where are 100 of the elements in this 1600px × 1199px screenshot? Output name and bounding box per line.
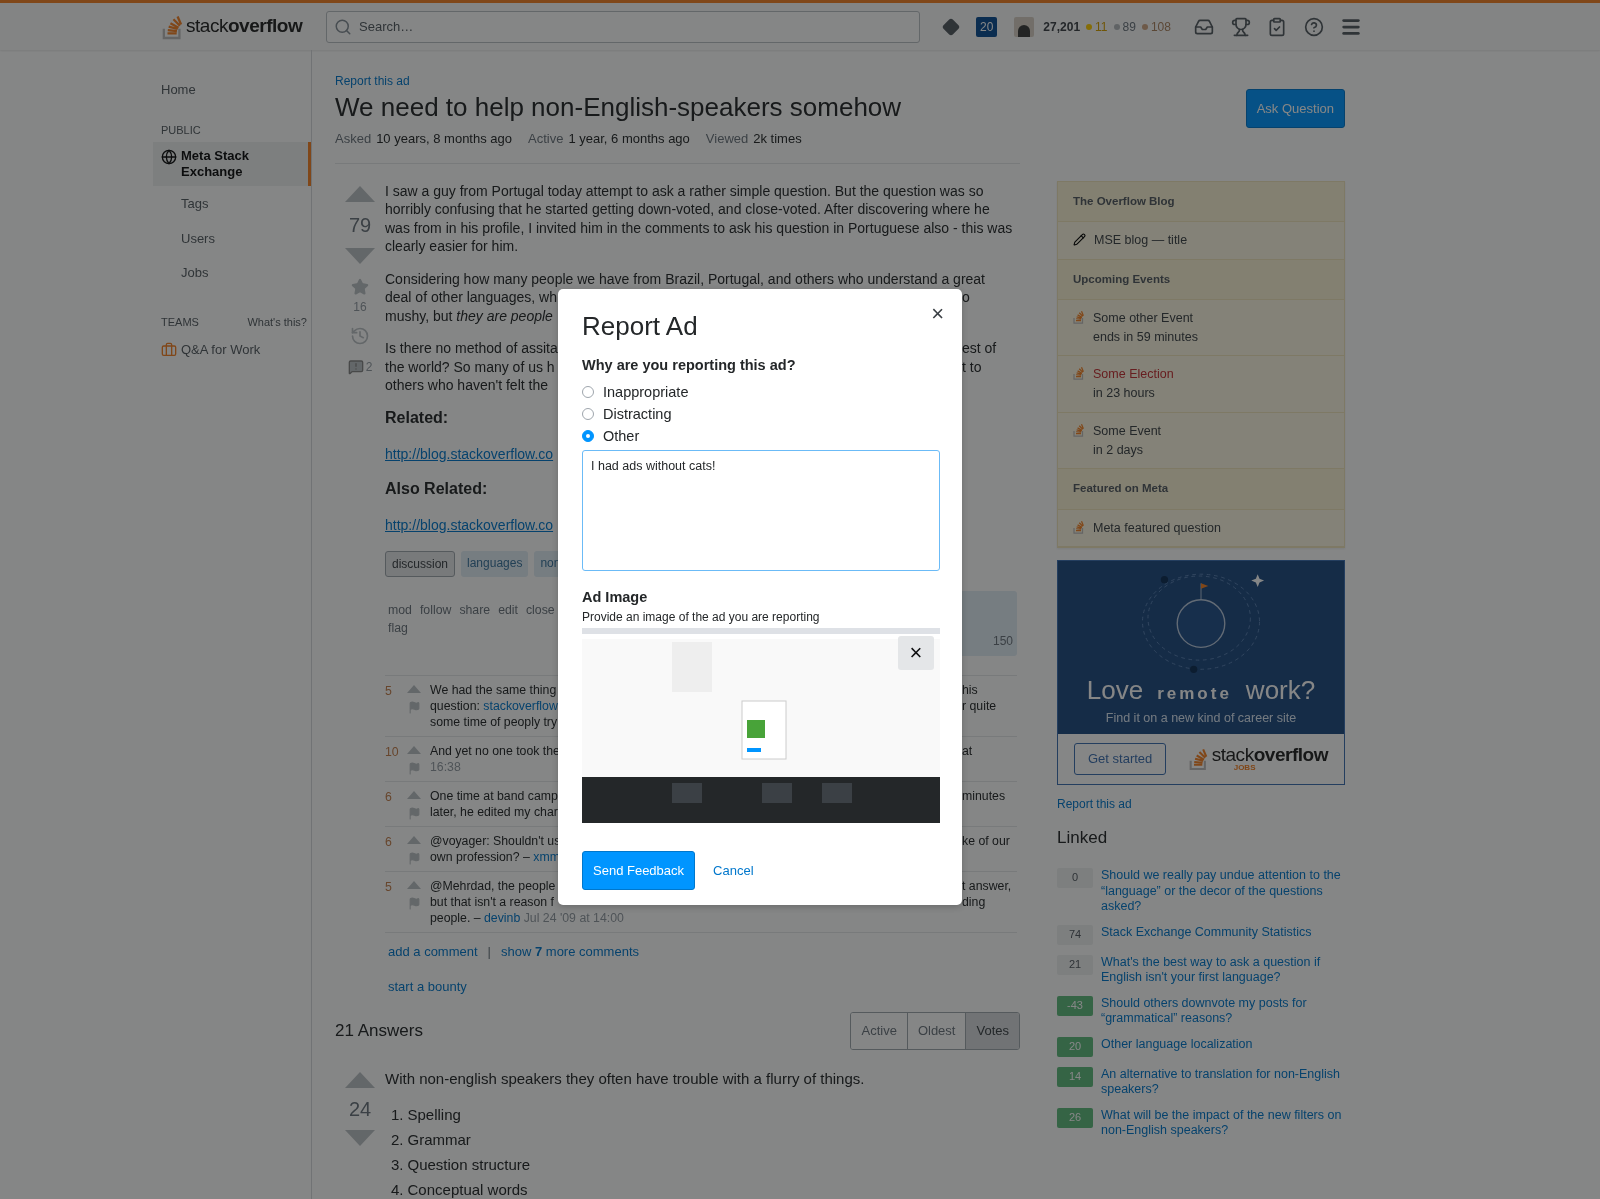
linked-question-link[interactable]: Should others downvote my posts for “grammatical” reasons? bbox=[1101, 995, 1345, 1027]
report-ad-link[interactable]: Report this ad bbox=[1057, 794, 1345, 813]
widget-heading: The Overflow Blog bbox=[1058, 181, 1344, 222]
blog-link[interactable]: http://blog.stackoverflow.co bbox=[385, 445, 554, 464]
upvote-icon[interactable] bbox=[407, 881, 421, 889]
review-count-badge[interactable]: 20 bbox=[976, 16, 998, 37]
linked-question-link[interactable]: What's the best way to ask a question if English isn't your first language? bbox=[1101, 954, 1345, 986]
post-menu-link[interactable]: flag bbox=[388, 619, 408, 637]
search-field[interactable]: Search… bbox=[326, 10, 920, 43]
history-icon[interactable] bbox=[350, 325, 370, 346]
text-fragment: ke of our bbox=[962, 833, 1010, 849]
widget-link[interactable]: Some Election bbox=[1093, 365, 1174, 384]
radio-button[interactable] bbox=[582, 385, 594, 398]
linked-score: 21 bbox=[1057, 954, 1093, 975]
site-logo[interactable]: stackoverflow bbox=[186, 12, 303, 41]
tag[interactable]: languages bbox=[461, 550, 529, 577]
nav-link[interactable]: Jobs bbox=[153, 256, 311, 290]
list-number: 2. bbox=[391, 1130, 404, 1150]
linked-question-link[interactable]: An alternative to translation for non-English speakers? bbox=[1101, 1066, 1345, 1098]
more-comments-link[interactable]: show 7 more comments bbox=[501, 943, 639, 962]
nav-link[interactable]: Users bbox=[153, 221, 311, 255]
linked-question-link[interactable]: Other language localization bbox=[1101, 1036, 1253, 1057]
flag-icon[interactable] bbox=[407, 852, 421, 865]
ad-tagline: Find it on a new kind of career site bbox=[1104, 710, 1298, 728]
nav-site-item[interactable]: Meta Stack Exchange bbox=[153, 142, 311, 186]
user-avatar[interactable] bbox=[1014, 16, 1035, 37]
radio-button[interactable] bbox=[582, 429, 594, 442]
post-menu-link[interactable]: share bbox=[459, 601, 491, 619]
post-menu-link[interactable]: follow bbox=[419, 601, 452, 619]
nav-link[interactable]: Home bbox=[153, 76, 311, 104]
close-button[interactable]: × bbox=[931, 303, 944, 325]
trophy-icon[interactable] bbox=[1230, 16, 1251, 37]
send-feedback-button[interactable]: Send Feedback bbox=[582, 850, 696, 890]
text-fragment: some time of peoply try bbox=[430, 714, 558, 730]
text-fragment: deal of other languages, wh bbox=[385, 288, 558, 307]
teams-icon bbox=[161, 341, 177, 358]
linked-question-link[interactable]: What will be the impact of the new filters on non-English speakers? bbox=[1101, 1107, 1345, 1139]
list-number: 1. bbox=[391, 1105, 404, 1125]
upvote-icon[interactable] bbox=[345, 185, 375, 202]
widget-heading: Featured on Meta bbox=[1058, 469, 1344, 510]
widget-link[interactable]: Some Event bbox=[1093, 421, 1162, 441]
upvote-icon[interactable] bbox=[407, 791, 421, 799]
details-field[interactable]: I had ads without cats! bbox=[582, 449, 940, 571]
linked-score: 20 bbox=[1057, 1036, 1093, 1057]
flag-icon[interactable] bbox=[407, 897, 421, 910]
get-started-button[interactable]: Get started bbox=[1074, 743, 1167, 775]
bounty-link[interactable]: start a bounty bbox=[385, 977, 1017, 996]
radio-label: Other bbox=[603, 426, 640, 445]
comment-score: 5 bbox=[385, 879, 393, 896]
badge-count: 108 bbox=[1150, 18, 1171, 36]
downvote-icon[interactable] bbox=[345, 1129, 375, 1146]
stack-logo-icon bbox=[162, 13, 184, 40]
linked-question-link[interactable]: Stack Exchange Community Statistics bbox=[1101, 924, 1312, 945]
user-link[interactable]: devinb bbox=[480, 911, 521, 925]
flag-icon[interactable] bbox=[407, 701, 421, 714]
widget-link[interactable]: Some other Event bbox=[1093, 308, 1198, 328]
radio-button[interactable] bbox=[582, 407, 594, 420]
dialog-question: Why are you reporting this ad? bbox=[582, 356, 797, 375]
remove-image-button[interactable]: × bbox=[898, 635, 934, 670]
flag-icon[interactable] bbox=[407, 762, 421, 775]
text-fragment: his bbox=[962, 682, 978, 698]
ad-headline: remote bbox=[1157, 683, 1232, 706]
meta-label: Viewed bbox=[705, 130, 749, 148]
post-menu-link[interactable]: edit bbox=[498, 601, 518, 619]
upvote-icon[interactable] bbox=[345, 1071, 375, 1088]
stack-logo-icon bbox=[1188, 746, 1209, 771]
nav-link[interactable]: Q&A for Work bbox=[181, 340, 261, 360]
upvote-icon[interactable] bbox=[407, 685, 421, 693]
list-item: Conceptual words bbox=[407, 1180, 528, 1199]
linked-question-link[interactable]: Should we really pay undue attention to the “language” or the decor of the questions asked? bbox=[1101, 868, 1345, 915]
widget-link[interactable]: Meta featured question bbox=[1093, 518, 1221, 538]
nav-link[interactable]: Tags bbox=[153, 187, 311, 221]
cancel-link[interactable]: Cancel bbox=[713, 860, 754, 880]
stack-logo-icon bbox=[1073, 519, 1085, 534]
upvote-icon[interactable] bbox=[407, 836, 421, 844]
post-menu-link[interactable]: close bbox=[525, 601, 555, 619]
help-icon[interactable] bbox=[1303, 16, 1324, 37]
help-link[interactable]: What's this? bbox=[247, 313, 307, 330]
flag-icon[interactable] bbox=[407, 807, 421, 820]
upvote-icon[interactable] bbox=[407, 746, 421, 754]
sort-tab[interactable]: Votes bbox=[965, 1013, 1019, 1049]
diamond-icon[interactable] bbox=[942, 17, 960, 36]
favorite-star-icon[interactable] bbox=[351, 277, 369, 296]
job-ad[interactable]: Love remote work? Find it on a new kind of career site Get started stackoverflow JOBS bbox=[1057, 560, 1345, 785]
tag[interactable]: discussion bbox=[385, 550, 456, 577]
event-time: ends in 59 minutes bbox=[1093, 328, 1198, 346]
add-comment-link[interactable]: add a comment bbox=[388, 943, 478, 962]
badge-count: 11 bbox=[1095, 18, 1108, 36]
meta-value: 1 year, 6 months ago bbox=[568, 130, 690, 148]
user-link[interactable]: stackoverflow bbox=[483, 699, 558, 713]
report-ad-link[interactable]: Report this ad bbox=[335, 72, 902, 90]
stack-logo-icon bbox=[1073, 309, 1085, 324]
downvote-icon[interactable] bbox=[345, 247, 375, 264]
comment-score: 6 bbox=[385, 834, 393, 851]
flag-summary-icon[interactable] bbox=[347, 358, 364, 375]
ask-question-button[interactable]: Ask Question bbox=[1245, 88, 1345, 128]
widget-link[interactable]: MSE blog — title bbox=[1094, 230, 1188, 250]
list-number: 3. bbox=[391, 1155, 404, 1175]
blog-link[interactable]: http://blog.stackoverflow.co bbox=[385, 516, 554, 535]
post-menu-link[interactable]: mod bbox=[388, 601, 412, 619]
